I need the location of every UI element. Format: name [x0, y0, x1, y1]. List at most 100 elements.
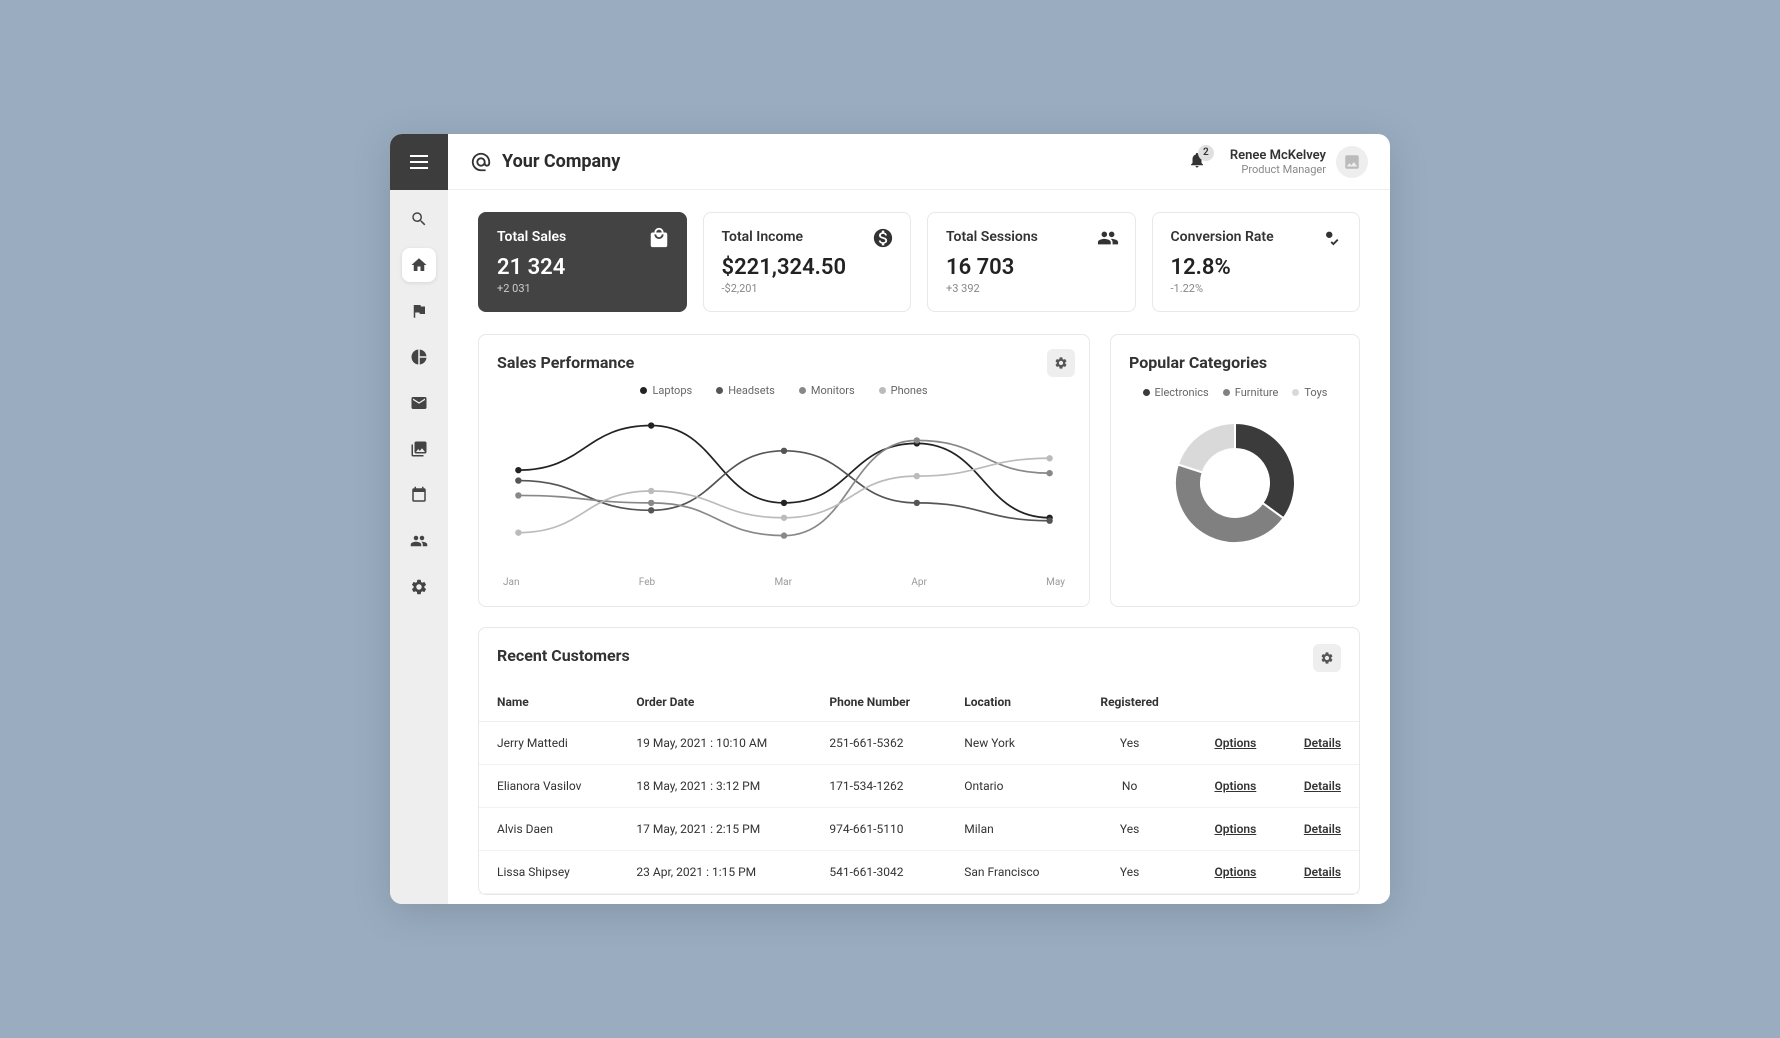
legend-item: Headsets: [716, 384, 775, 397]
cell-phone: 541-661-3042: [811, 851, 946, 894]
options-link[interactable]: Options: [1214, 736, 1256, 750]
cell-location: Ontario: [946, 765, 1075, 808]
sidebar-item-images[interactable]: [402, 432, 436, 466]
kpi-value: 12.8%: [1171, 255, 1342, 280]
images-icon: [410, 440, 428, 458]
details-link[interactable]: Details: [1304, 822, 1341, 836]
cell-phone: 171-534-1262: [811, 765, 946, 808]
sidebar-item-users[interactable]: [402, 524, 436, 558]
table-row: Lissa Shipsey 23 Apr, 2021 : 1:15 PM 541…: [479, 851, 1359, 894]
sales-performance-card: Sales Performance Laptops Headsets Monitor…: [478, 334, 1090, 607]
sidebar: [390, 134, 448, 904]
people-icon: [410, 532, 428, 550]
pie-icon: [410, 348, 428, 366]
kpi-card[interactable]: Total Income $221,324.50 -$2,201: [703, 212, 912, 312]
recent-customers-card: Recent Customers NameOrder DatePhone Num…: [478, 627, 1360, 895]
table-header-row: NameOrder DatePhone NumberLocationRegist…: [479, 683, 1359, 722]
line-chart: [497, 403, 1071, 573]
cell-date: 18 May, 2021 : 3:12 PM: [618, 765, 811, 808]
kpi-title: Total Income: [722, 229, 893, 245]
xaxis-label: Mar: [774, 577, 792, 588]
avatar[interactable]: [1336, 146, 1368, 178]
app-window: Your Company 2 Renee McKelvey Product Ma…: [390, 134, 1390, 904]
table-row: Elianora Vasilov 18 May, 2021 : 3:12 PM …: [479, 765, 1359, 808]
legend-item: Phones: [879, 384, 928, 397]
check-icon: [1321, 227, 1343, 253]
card-title: Recent Customers: [479, 646, 1359, 665]
kpi-row: Total Sales 21 324 +2 031Total Income $2…: [478, 212, 1360, 312]
gear-icon: [410, 578, 428, 596]
sidebar-item-analytics[interactable]: [402, 340, 436, 374]
cell-location: San Francisco: [946, 851, 1075, 894]
cell-date: 17 May, 2021 : 2:15 PM: [618, 808, 811, 851]
cell-registered: Yes: [1075, 808, 1184, 851]
kpi-card[interactable]: Total Sales 21 324 +2 031: [478, 212, 687, 312]
cell-date: 19 May, 2021 : 10:10 AM: [618, 722, 811, 765]
cell-phone: 251-661-5362: [811, 722, 946, 765]
options-link[interactable]: Options: [1214, 779, 1256, 793]
gear-icon: [1320, 651, 1334, 665]
xaxis-label: Feb: [639, 577, 655, 588]
user-info: Renee McKelvey Product Manager: [1230, 148, 1326, 176]
menu-toggle-button[interactable]: [390, 134, 448, 190]
kpi-value: 21 324: [497, 255, 668, 280]
avatar-icon: [1343, 153, 1361, 171]
legend-item: Electronics: [1143, 386, 1209, 399]
kpi-delta: +3 392: [946, 282, 1117, 295]
cell-registered: No: [1075, 765, 1184, 808]
legend-item: Monitors: [799, 384, 855, 397]
card-settings-button[interactable]: [1047, 349, 1075, 377]
card-settings-button[interactable]: [1313, 644, 1341, 672]
kpi-card[interactable]: Conversion Rate 12.8% -1.22%: [1152, 212, 1361, 312]
main-area: Your Company 2 Renee McKelvey Product Ma…: [448, 134, 1390, 904]
people-icon: [1097, 227, 1119, 253]
chart-legend: Laptops Headsets Monitors Phones: [497, 384, 1071, 397]
details-link[interactable]: Details: [1304, 865, 1341, 879]
mail-icon: [410, 394, 428, 412]
table-row: Jerry Mattedi 19 May, 2021 : 10:10 AM 25…: [479, 722, 1359, 765]
kpi-value: 16 703: [946, 255, 1117, 280]
legend-item: Toys: [1292, 386, 1327, 399]
customers-table: NameOrder DatePhone NumberLocationRegist…: [479, 683, 1359, 894]
options-link[interactable]: Options: [1214, 865, 1256, 879]
xaxis-label: Jan: [503, 577, 519, 588]
sidebar-item-mail[interactable]: [402, 386, 436, 420]
flag-icon: [410, 302, 428, 320]
brand-name: Your Company: [502, 151, 620, 172]
cell-name: Jerry Mattedi: [479, 722, 618, 765]
sidebar-item-flag[interactable]: [402, 294, 436, 328]
sidebar-item-home[interactable]: [402, 248, 436, 282]
kpi-card[interactable]: Total Sessions 16 703 +3 392: [927, 212, 1136, 312]
brand: Your Company: [470, 151, 620, 173]
table-row: Alvis Daen 17 May, 2021 : 2:15 PM 974-66…: [479, 808, 1359, 851]
donut-chart: [1165, 413, 1305, 553]
user-name: Renee McKelvey: [1230, 148, 1326, 163]
legend-item: Laptops: [640, 384, 692, 397]
content: Total Sales 21 324 +2 031Total Income $2…: [448, 190, 1390, 904]
card-title: Sales Performance: [497, 353, 1071, 372]
options-link[interactable]: Options: [1214, 822, 1256, 836]
gear-icon: [1054, 356, 1068, 370]
cell-name: Elianora Vasilov: [479, 765, 618, 808]
table-header: Order Date: [618, 683, 811, 722]
cell-name: Alvis Daen: [479, 808, 618, 851]
xaxis-label: Apr: [911, 577, 927, 588]
xaxis-label: May: [1046, 577, 1065, 588]
at-icon: [470, 151, 492, 173]
details-link[interactable]: Details: [1304, 736, 1341, 750]
cell-phone: 974-661-5110: [811, 808, 946, 851]
chart-xaxis: Jan Feb Mar Apr May: [497, 577, 1071, 588]
sidebar-item-search[interactable]: [402, 202, 436, 236]
kpi-title: Total Sales: [497, 229, 668, 245]
kpi-title: Total Sessions: [946, 229, 1117, 245]
notifications-button[interactable]: 2: [1188, 151, 1206, 173]
sidebar-item-calendar[interactable]: [402, 478, 436, 512]
kpi-value: $221,324.50: [722, 255, 893, 280]
dollar-icon: [872, 227, 894, 253]
topbar: Your Company 2 Renee McKelvey Product Ma…: [448, 134, 1390, 190]
legend-item: Furniture: [1223, 386, 1279, 399]
sidebar-item-settings[interactable]: [402, 570, 436, 604]
kpi-delta: -1.22%: [1171, 282, 1342, 295]
details-link[interactable]: Details: [1304, 779, 1341, 793]
cell-location: New York: [946, 722, 1075, 765]
